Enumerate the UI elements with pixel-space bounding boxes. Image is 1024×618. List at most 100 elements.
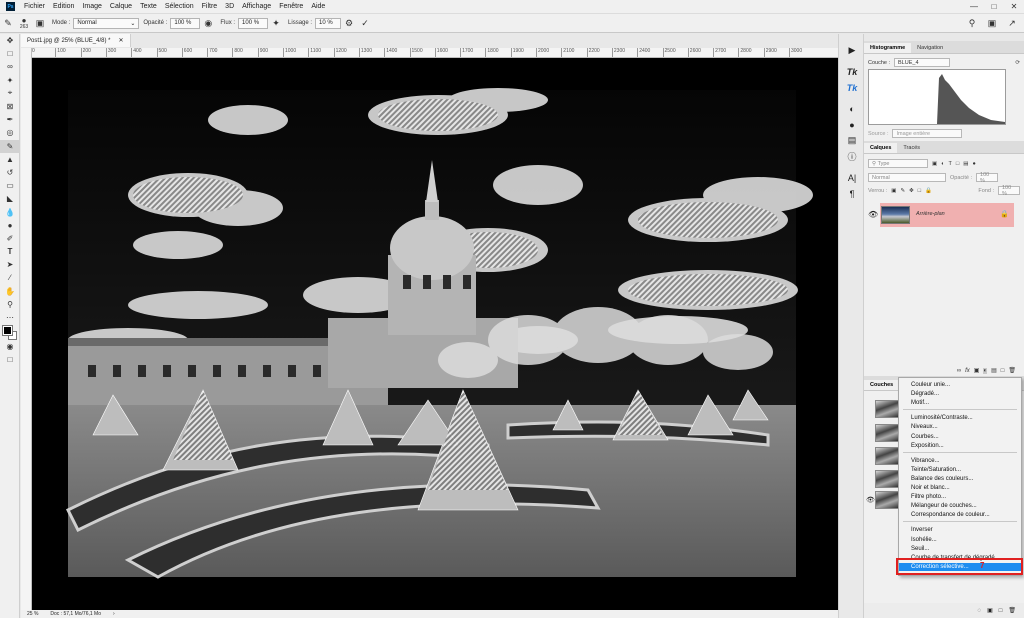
brush-panel-icon[interactable]: ▣ (34, 17, 46, 29)
menu-item-adjustment[interactable]: Isohélie... (899, 536, 1021, 544)
brush-tool-icon[interactable]: ✎ (2, 17, 14, 29)
menu-item-adjustment[interactable]: Vibrance... (899, 457, 1021, 465)
eraser-tool-icon[interactable]: ▭ (0, 179, 20, 192)
channel-thumb-rgb[interactable] (875, 400, 899, 418)
filter-shape-icon[interactable]: □ (956, 161, 959, 167)
new-channel-icon[interactable]: □ (999, 608, 1003, 614)
pen-tool-icon[interactable]: ✐ (0, 232, 20, 245)
eyedropper-tool-icon[interactable]: ✒ (0, 113, 20, 126)
new-group-icon[interactable]: ▤ (991, 367, 997, 374)
eye-visibility-icon[interactable]: 👁 (868, 210, 878, 219)
character-icon[interactable]: A| (839, 171, 865, 184)
menu-aide[interactable]: Aide (307, 3, 329, 10)
brush-tool-icon[interactable]: ✎ (0, 139, 20, 153)
menu-3d[interactable]: 3D (221, 3, 238, 10)
source-select[interactable]: Image entière (892, 129, 963, 138)
zoom-level[interactable]: 25 % (27, 611, 38, 617)
lock-artboard-icon[interactable]: □ (918, 188, 921, 194)
new-adjustment-icon[interactable]: ◐ (983, 367, 988, 374)
menu-calque[interactable]: Calque (106, 3, 136, 10)
fill-input[interactable]: 100 % (998, 185, 1020, 197)
menu-selection[interactable]: Sélection (161, 3, 198, 10)
tab-couches[interactable]: Couches (864, 380, 900, 390)
menu-item-adjustment[interactable]: Dégradé... (899, 390, 1021, 398)
filter-adjust-icon[interactable]: ◐ (941, 161, 944, 167)
smoothing-input[interactable]: 10 % (315, 17, 342, 29)
lock-paint-icon[interactable]: ✎ (900, 188, 905, 194)
menu-fenetre[interactable]: Fenêtre (275, 3, 307, 10)
clone-stamp-tool-icon[interactable]: ▲ (0, 153, 20, 166)
filter-smart-icon[interactable]: ▤ (963, 161, 968, 167)
path-selection-tool-icon[interactable]: ➤ (0, 258, 20, 271)
play-actions-icon[interactable]: ▶ (839, 44, 865, 57)
crop-tool-icon[interactable]: ⌖ (0, 87, 20, 100)
tab-histogram[interactable]: Histogramme (864, 43, 912, 53)
adjustments-icon[interactable]: ● (839, 118, 865, 131)
airbrush-icon[interactable]: ✦ (270, 17, 282, 29)
workspace-icon[interactable]: ▣ (986, 17, 998, 29)
document-canvas[interactable] (32, 58, 838, 610)
filter-pixel-icon[interactable]: ▣ (932, 161, 937, 167)
search-icon[interactable]: ⚲ (966, 17, 978, 29)
filter-toggle-icon[interactable]: ● (972, 161, 975, 167)
blur-tool-icon[interactable]: 💧 (0, 205, 20, 218)
new-layer-icon[interactable]: □ (1001, 368, 1005, 374)
menu-item-adjustment[interactable]: Courbes... (899, 433, 1021, 441)
healing-tool-icon[interactable]: ◎ (0, 126, 20, 139)
menu-item-adjustment[interactable]: Niveaux... (899, 423, 1021, 431)
menu-item-adjustment[interactable]: Correspondance de couleur... (899, 511, 1021, 519)
menu-item-adjustment[interactable]: Seuil... (899, 545, 1021, 553)
menu-item-adjustment[interactable]: Balance des couleurs... (899, 475, 1021, 483)
channel-thumb-blue[interactable] (875, 470, 899, 488)
channel-thumb-green[interactable] (875, 447, 899, 465)
save-selection-icon[interactable]: ▣ (987, 607, 993, 614)
info-icon[interactable]: ⓘ (839, 150, 865, 163)
menu-item-adjustment[interactable]: Inverser (899, 526, 1021, 534)
maximize-icon[interactable]: □ (984, 0, 1004, 13)
menu-item-adjustment[interactable]: Teinte/Saturation... (899, 466, 1021, 474)
opacity-input[interactable]: 100 % (170, 17, 201, 29)
paragraph-icon[interactable]: ¶ (839, 187, 865, 200)
share-icon[interactable]: ↗ (1006, 17, 1018, 29)
brush-preset-icon[interactable]: ● 263 (18, 16, 30, 30)
type-tool-icon[interactable]: T (0, 245, 20, 258)
menu-affichage[interactable]: Affichage (238, 3, 275, 10)
layer-filter-select[interactable]: ⚲ Type (868, 159, 928, 168)
menu-item-adjustment[interactable]: Exposition... (899, 442, 1021, 450)
pressure-size-icon[interactable]: ✓ (359, 17, 371, 29)
menu-item-adjustment[interactable]: Noir et blanc... (899, 484, 1021, 492)
photoshop-logo[interactable]: Ps (6, 2, 15, 11)
quick-selection-tool-icon[interactable]: ✦ (0, 74, 20, 87)
plugin-tk-blue-icon[interactable]: Tk (839, 81, 865, 94)
smoothing-options-gear-icon[interactable]: ⚙ (343, 17, 355, 29)
mode-select[interactable]: Normal ⌄ (73, 17, 140, 29)
layer-opacity-input[interactable]: 100 % (976, 172, 999, 184)
document-size[interactable]: Doc : 57,1 Mo/76,1 Mo (50, 611, 101, 617)
history-brush-tool-icon[interactable]: ↺ (0, 166, 20, 179)
document-tab[interactable]: Post1.jpg @ 25% (BLUE_4/8) * ✕ (21, 34, 131, 47)
delete-channel-icon[interactable]: 🗑 (1008, 607, 1016, 614)
lock-pixels-icon[interactable]: ▣ (891, 188, 896, 194)
link-layers-icon[interactable]: ∞ (957, 368, 961, 374)
lock-move-icon[interactable]: ✥ (909, 188, 914, 194)
fx-icon[interactable]: fx (965, 368, 970, 374)
filter-type-icon[interactable]: T (949, 161, 952, 167)
close-tab-icon[interactable]: ✕ (118, 37, 123, 44)
layer-row-background[interactable]: 👁 Arrière-plan 🔒 (864, 203, 1024, 227)
channel-thumb-red[interactable] (875, 424, 899, 442)
menu-fichier[interactable]: Fichier (20, 3, 49, 10)
lasso-tool-icon[interactable]: ∞ (0, 60, 20, 73)
delete-layer-icon[interactable]: 🗑 (1008, 367, 1016, 374)
more-tools-icon[interactable]: ⋯ (0, 311, 20, 324)
zoom-tool-icon[interactable]: ⚲ (0, 298, 20, 311)
tab-traces[interactable]: Tracés (897, 143, 926, 153)
menu-filtre[interactable]: Filtre (198, 3, 222, 10)
menu-item-adjustment[interactable]: Couleur unie... (899, 381, 1021, 389)
libraries-icon[interactable]: ▤ (839, 134, 865, 147)
foreground-color-swatch[interactable] (2, 325, 13, 337)
minimize-icon[interactable]: — (964, 0, 984, 13)
move-tool-icon[interactable]: ✥ (0, 34, 20, 47)
blend-mode-select[interactable]: Normal (868, 173, 946, 182)
menu-texte[interactable]: Texte (136, 3, 161, 10)
menu-edition[interactable]: Edition (49, 3, 78, 10)
